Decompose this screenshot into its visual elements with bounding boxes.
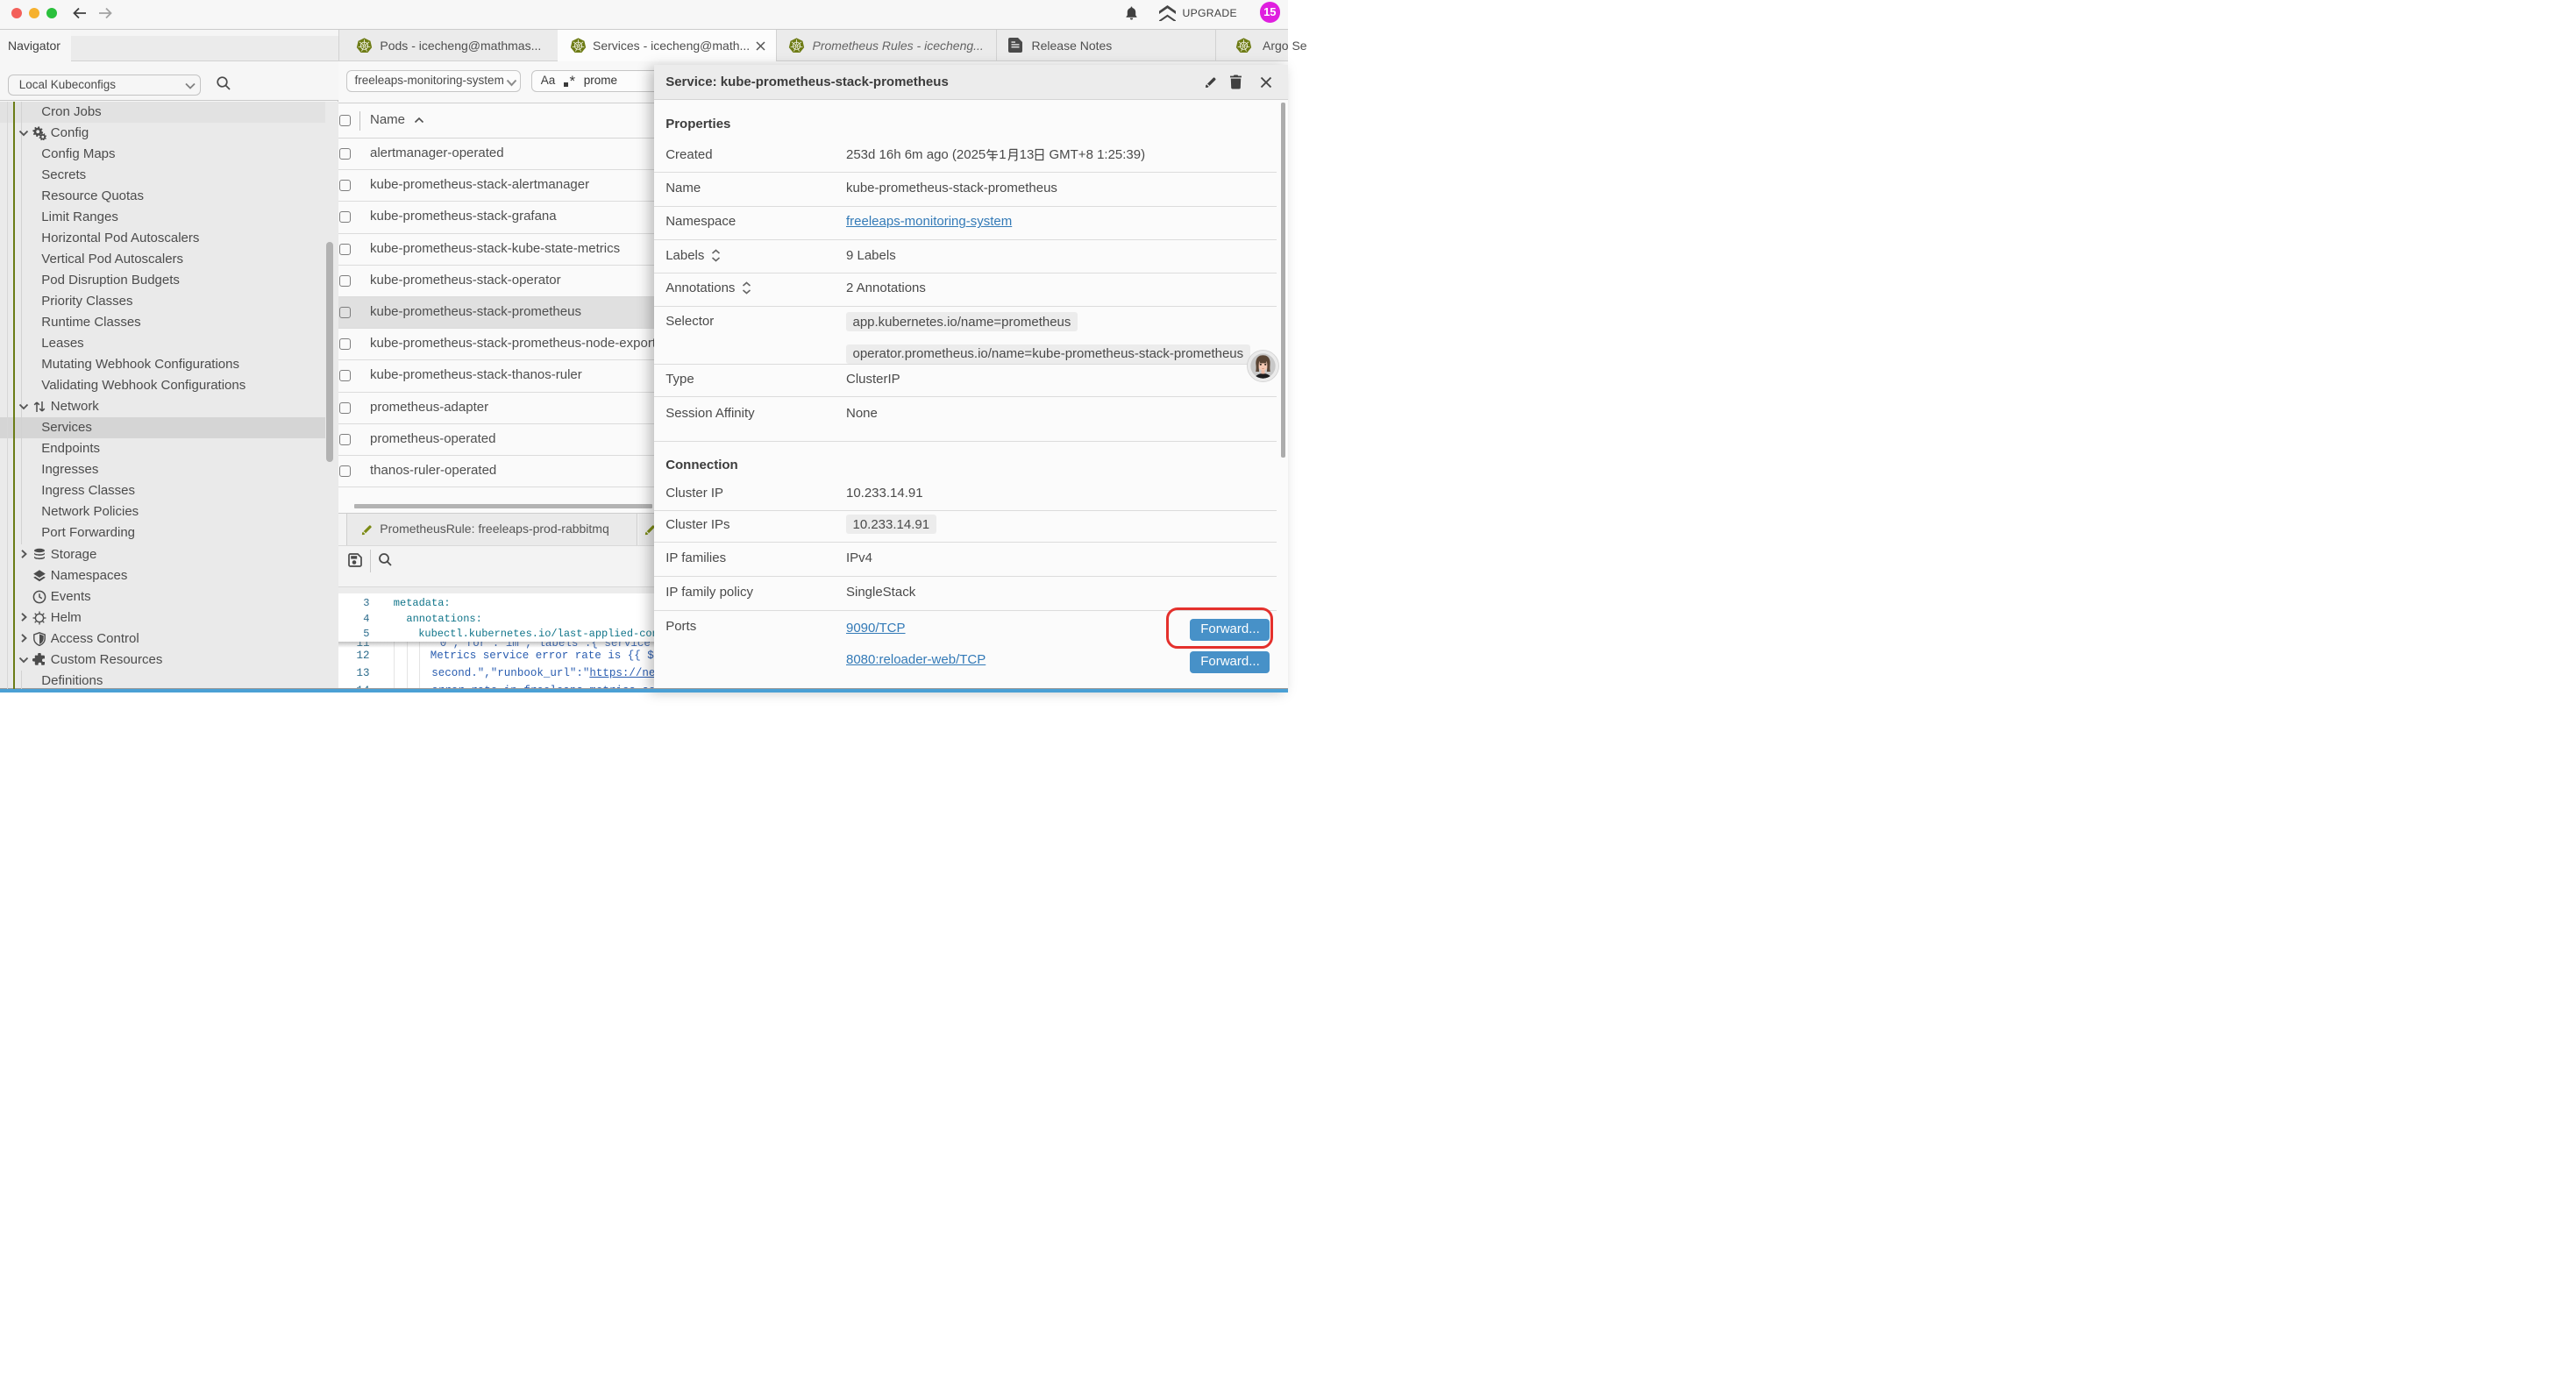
svg-text:*: *	[569, 75, 575, 89]
